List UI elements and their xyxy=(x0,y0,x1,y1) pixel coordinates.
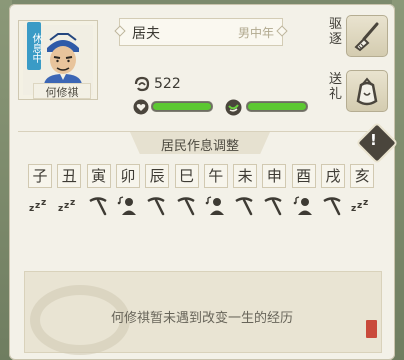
gift-button[interactable] xyxy=(346,70,388,112)
resident-avatar[interactable] xyxy=(38,30,88,84)
schedule-title: 居民作息调整 xyxy=(160,139,239,154)
hour-cell[interactable]: 午 xyxy=(203,164,228,188)
expel-label: 驱逐 xyxy=(329,17,343,47)
seal-stamp xyxy=(366,320,377,338)
svg-text:z: z xyxy=(351,204,356,214)
work-activity-icon[interactable] xyxy=(145,194,169,218)
hour-cell[interactable]: 巳 xyxy=(174,164,199,188)
wealth-icon xyxy=(134,76,150,92)
hour-cell[interactable]: 酉 xyxy=(291,164,316,188)
gift-bag-icon xyxy=(356,77,378,106)
work-activity-icon[interactable] xyxy=(175,194,199,218)
sleep-activity-icon[interactable]: zzz xyxy=(350,194,374,218)
hour-cell[interactable]: 子 xyxy=(28,164,52,188)
hour-cell[interactable]: 戌 xyxy=(321,164,345,188)
rest-activity-icon[interactable] xyxy=(292,194,316,218)
exclamation-icon: ! xyxy=(370,131,377,149)
work-activity-icon[interactable] xyxy=(262,194,286,218)
sleep-activity-icon[interactable]: zzz xyxy=(28,194,52,218)
health-bar-fill xyxy=(153,103,211,110)
wealth-value: 522 xyxy=(154,76,181,92)
hour-cell[interactable]: 寅 xyxy=(86,164,111,188)
sleep-activity-icon[interactable]: zzz xyxy=(57,194,81,218)
svg-text:z: z xyxy=(41,198,46,208)
heart-icon xyxy=(133,99,149,115)
hour-cell[interactable]: 丑 xyxy=(57,164,82,188)
svg-text:z: z xyxy=(58,204,63,214)
work-activity-icon[interactable] xyxy=(87,194,111,218)
gender-age-label: 男中年 xyxy=(237,26,274,40)
svg-text:z: z xyxy=(70,198,75,208)
svg-text:z: z xyxy=(35,201,40,211)
rest-activity-icon[interactable] xyxy=(204,194,228,218)
svg-text:z: z xyxy=(64,201,69,211)
svg-text:z: z xyxy=(357,201,362,211)
hour-row: 子丑寅卯辰巳午未申酉戌亥 xyxy=(28,164,380,190)
activity-row: zzzzzzzzz xyxy=(28,194,380,220)
expel-button[interactable] xyxy=(346,15,388,57)
svg-text:z: z xyxy=(29,204,34,214)
occupation-box: 居夫 男中年 xyxy=(119,18,283,46)
health-bar xyxy=(151,101,213,112)
spirit-bar-fill xyxy=(248,103,306,110)
spirit-icon xyxy=(225,99,242,116)
broom-icon xyxy=(354,22,379,52)
spirit-bar xyxy=(246,101,308,112)
work-activity-icon[interactable] xyxy=(321,194,345,218)
work-activity-icon[interactable] xyxy=(233,194,257,218)
section-divider xyxy=(18,131,386,132)
gift-label: 送礼 xyxy=(329,72,343,102)
hour-cell[interactable]: 未 xyxy=(233,164,258,188)
hour-cell[interactable]: 申 xyxy=(262,164,287,188)
hour-cell[interactable]: 辰 xyxy=(145,164,170,188)
occupation-label: 居夫 xyxy=(132,26,160,42)
hour-cell[interactable]: 亥 xyxy=(350,164,375,188)
rest-activity-icon[interactable] xyxy=(116,194,140,218)
life-story-text: 何修祺暂未遇到改变一生的经历 xyxy=(110,311,293,326)
hour-cell[interactable]: 卯 xyxy=(115,164,140,188)
resident-name: 何修祺 xyxy=(33,83,91,99)
svg-text:z: z xyxy=(363,198,368,208)
